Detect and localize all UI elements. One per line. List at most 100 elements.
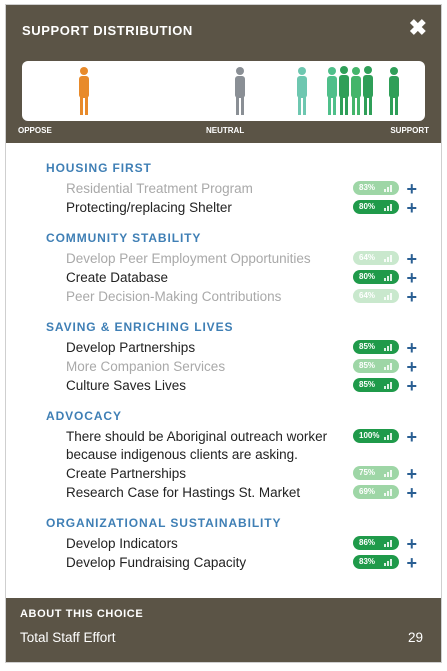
- percent-value: 75%: [359, 468, 376, 477]
- add-icon[interactable]: +: [406, 428, 417, 446]
- add-icon[interactable]: +: [406, 484, 417, 502]
- signal-bars-icon: [384, 558, 394, 566]
- signal-bars-icon: [384, 203, 394, 211]
- scale-neutral: NEUTRAL: [206, 126, 245, 135]
- choice-label: Create Database: [66, 270, 169, 285]
- signal-bars-icon: [384, 184, 394, 192]
- signal-bars-icon: [384, 362, 394, 370]
- choice-item[interactable]: Residential Treatment Program 83% +: [66, 180, 417, 198]
- percent-value: 83%: [359, 183, 376, 192]
- add-icon[interactable]: +: [406, 180, 417, 198]
- choice-label: There should be Aboriginal outreach work…: [66, 429, 328, 462]
- header-panel: SUPPORT DISTRIBUTION ✖ OPPOSE NEUTRAL SU…: [6, 5, 441, 143]
- choice-item[interactable]: Create Database 80% +: [66, 269, 417, 287]
- percent-badge: 69%: [353, 485, 399, 499]
- add-icon[interactable]: +: [406, 358, 417, 376]
- percent-badge: 86%: [353, 536, 399, 550]
- percent-badge: 83%: [353, 555, 399, 569]
- choice-item[interactable]: There should be Aboriginal outreach work…: [66, 428, 417, 464]
- choice-item[interactable]: Develop Fundraising Capacity 83% +: [66, 554, 417, 572]
- choice-label: More Companion Services: [66, 359, 226, 374]
- support-distribution-panel: SUPPORT DISTRIBUTION ✖ OPPOSE NEUTRAL SU…: [5, 4, 442, 663]
- add-icon[interactable]: +: [406, 554, 417, 572]
- percent-value: 69%: [359, 487, 376, 496]
- percent-badge: 85%: [353, 340, 399, 354]
- add-icon[interactable]: +: [406, 288, 417, 306]
- percent-value: 80%: [359, 272, 376, 281]
- choices-list: HOUSING FIRST Residential Treatment Prog…: [6, 143, 441, 572]
- choice-item[interactable]: Protecting/replacing Shelter 80% +: [66, 199, 417, 217]
- percent-value: 64%: [359, 253, 376, 262]
- section-title: ADVOCACY: [46, 409, 122, 423]
- percent-value: 83%: [359, 557, 376, 566]
- percent-badge: 80%: [353, 200, 399, 214]
- percent-value: 85%: [359, 361, 376, 370]
- add-icon[interactable]: +: [406, 377, 417, 395]
- add-icon[interactable]: +: [406, 269, 417, 287]
- choice-item[interactable]: Research Case for Hastings St. Market 69…: [66, 484, 417, 502]
- percent-value: 86%: [359, 538, 376, 547]
- choice-label: Culture Saves Lives: [66, 378, 187, 393]
- signal-bars-icon: [384, 273, 394, 281]
- percent-badge: 85%: [353, 378, 399, 392]
- percent-value: 100%: [359, 431, 380, 440]
- choice-item[interactable]: Peer Decision-Making Contributions 64% +: [66, 288, 417, 306]
- choice-label: Develop Peer Employment Opportunities: [66, 251, 311, 266]
- percent-value: 85%: [359, 342, 376, 351]
- choice-label: Develop Partnerships: [66, 340, 196, 355]
- section-title: ORGANIZATIONAL SUSTAINABILITY: [46, 516, 282, 530]
- staff-effort-label: Total Staff Effort: [20, 630, 116, 645]
- section-advocacy: ADVOCACY There should be Aboriginal outr…: [46, 409, 417, 502]
- section-title: COMMUNITY STABILITY: [46, 231, 202, 245]
- percent-value: 64%: [359, 291, 376, 300]
- add-icon[interactable]: +: [406, 199, 417, 217]
- scale-support: SUPPORT: [390, 126, 429, 135]
- percent-badge: 85%: [353, 359, 399, 373]
- percent-badge: 75%: [353, 466, 399, 480]
- close-icon[interactable]: ✖: [409, 15, 427, 41]
- signal-bars-icon: [384, 488, 394, 496]
- choice-item[interactable]: Develop Partnerships 85% +: [66, 339, 417, 357]
- signal-bars-icon: [384, 539, 394, 547]
- add-icon[interactable]: +: [406, 339, 417, 357]
- signal-bars-icon: [384, 469, 394, 477]
- section-saving-enriching-lives: SAVING & ENRICHING LIVES Develop Partner…: [46, 320, 417, 395]
- percent-value: 85%: [359, 380, 376, 389]
- percent-badge: 64%: [353, 289, 399, 303]
- oppose-figure: [79, 67, 89, 115]
- panel-title: SUPPORT DISTRIBUTION: [22, 23, 193, 38]
- add-icon[interactable]: +: [406, 465, 417, 483]
- percent-value: 80%: [359, 202, 376, 211]
- percent-badge: 83%: [353, 181, 399, 195]
- about-this-choice-footer: ABOUT THIS CHOICE Total Staff Effort 29: [6, 598, 441, 662]
- signal-bars-icon: [384, 254, 394, 262]
- choice-label: Protecting/replacing Shelter: [66, 200, 232, 215]
- signal-bars-icon: [384, 381, 394, 389]
- add-icon[interactable]: +: [406, 535, 417, 553]
- choice-label: Research Case for Hastings St. Market: [66, 485, 301, 500]
- choice-label: Create Partnerships: [66, 466, 187, 481]
- choice-item[interactable]: Culture Saves Lives 85% +: [66, 377, 417, 395]
- choice-label: Develop Indicators: [66, 536, 178, 551]
- choice-label: Residential Treatment Program: [66, 181, 253, 196]
- section-title: SAVING & ENRICHING LIVES: [46, 320, 234, 334]
- support-strip: [22, 61, 425, 121]
- add-icon[interactable]: +: [406, 250, 417, 268]
- signal-bars-icon: [384, 432, 394, 440]
- choice-label: Develop Fundraising Capacity: [66, 555, 247, 570]
- choice-item[interactable]: Develop Peer Employment Opportunities 64…: [66, 250, 417, 268]
- choice-item[interactable]: Create Partnerships 75% +: [66, 465, 417, 483]
- choice-item[interactable]: More Companion Services 85% +: [66, 358, 417, 376]
- signal-bars-icon: [384, 343, 394, 351]
- staff-effort-value: 29: [407, 630, 423, 645]
- percent-badge: 100%: [353, 429, 399, 443]
- scale-oppose: OPPOSE: [18, 126, 52, 135]
- neutral-figure: [235, 67, 245, 115]
- section-organizational-sustainability: ORGANIZATIONAL SUSTAINABILITY Develop In…: [46, 516, 417, 572]
- signal-bars-icon: [384, 292, 394, 300]
- choice-item[interactable]: Develop Indicators 86% +: [66, 535, 417, 553]
- section-community-stability: COMMUNITY STABILITY Develop Peer Employm…: [46, 231, 417, 306]
- section-title: HOUSING FIRST: [46, 161, 152, 175]
- percent-badge: 64%: [353, 251, 399, 265]
- choice-label: Peer Decision-Making Contributions: [66, 289, 282, 304]
